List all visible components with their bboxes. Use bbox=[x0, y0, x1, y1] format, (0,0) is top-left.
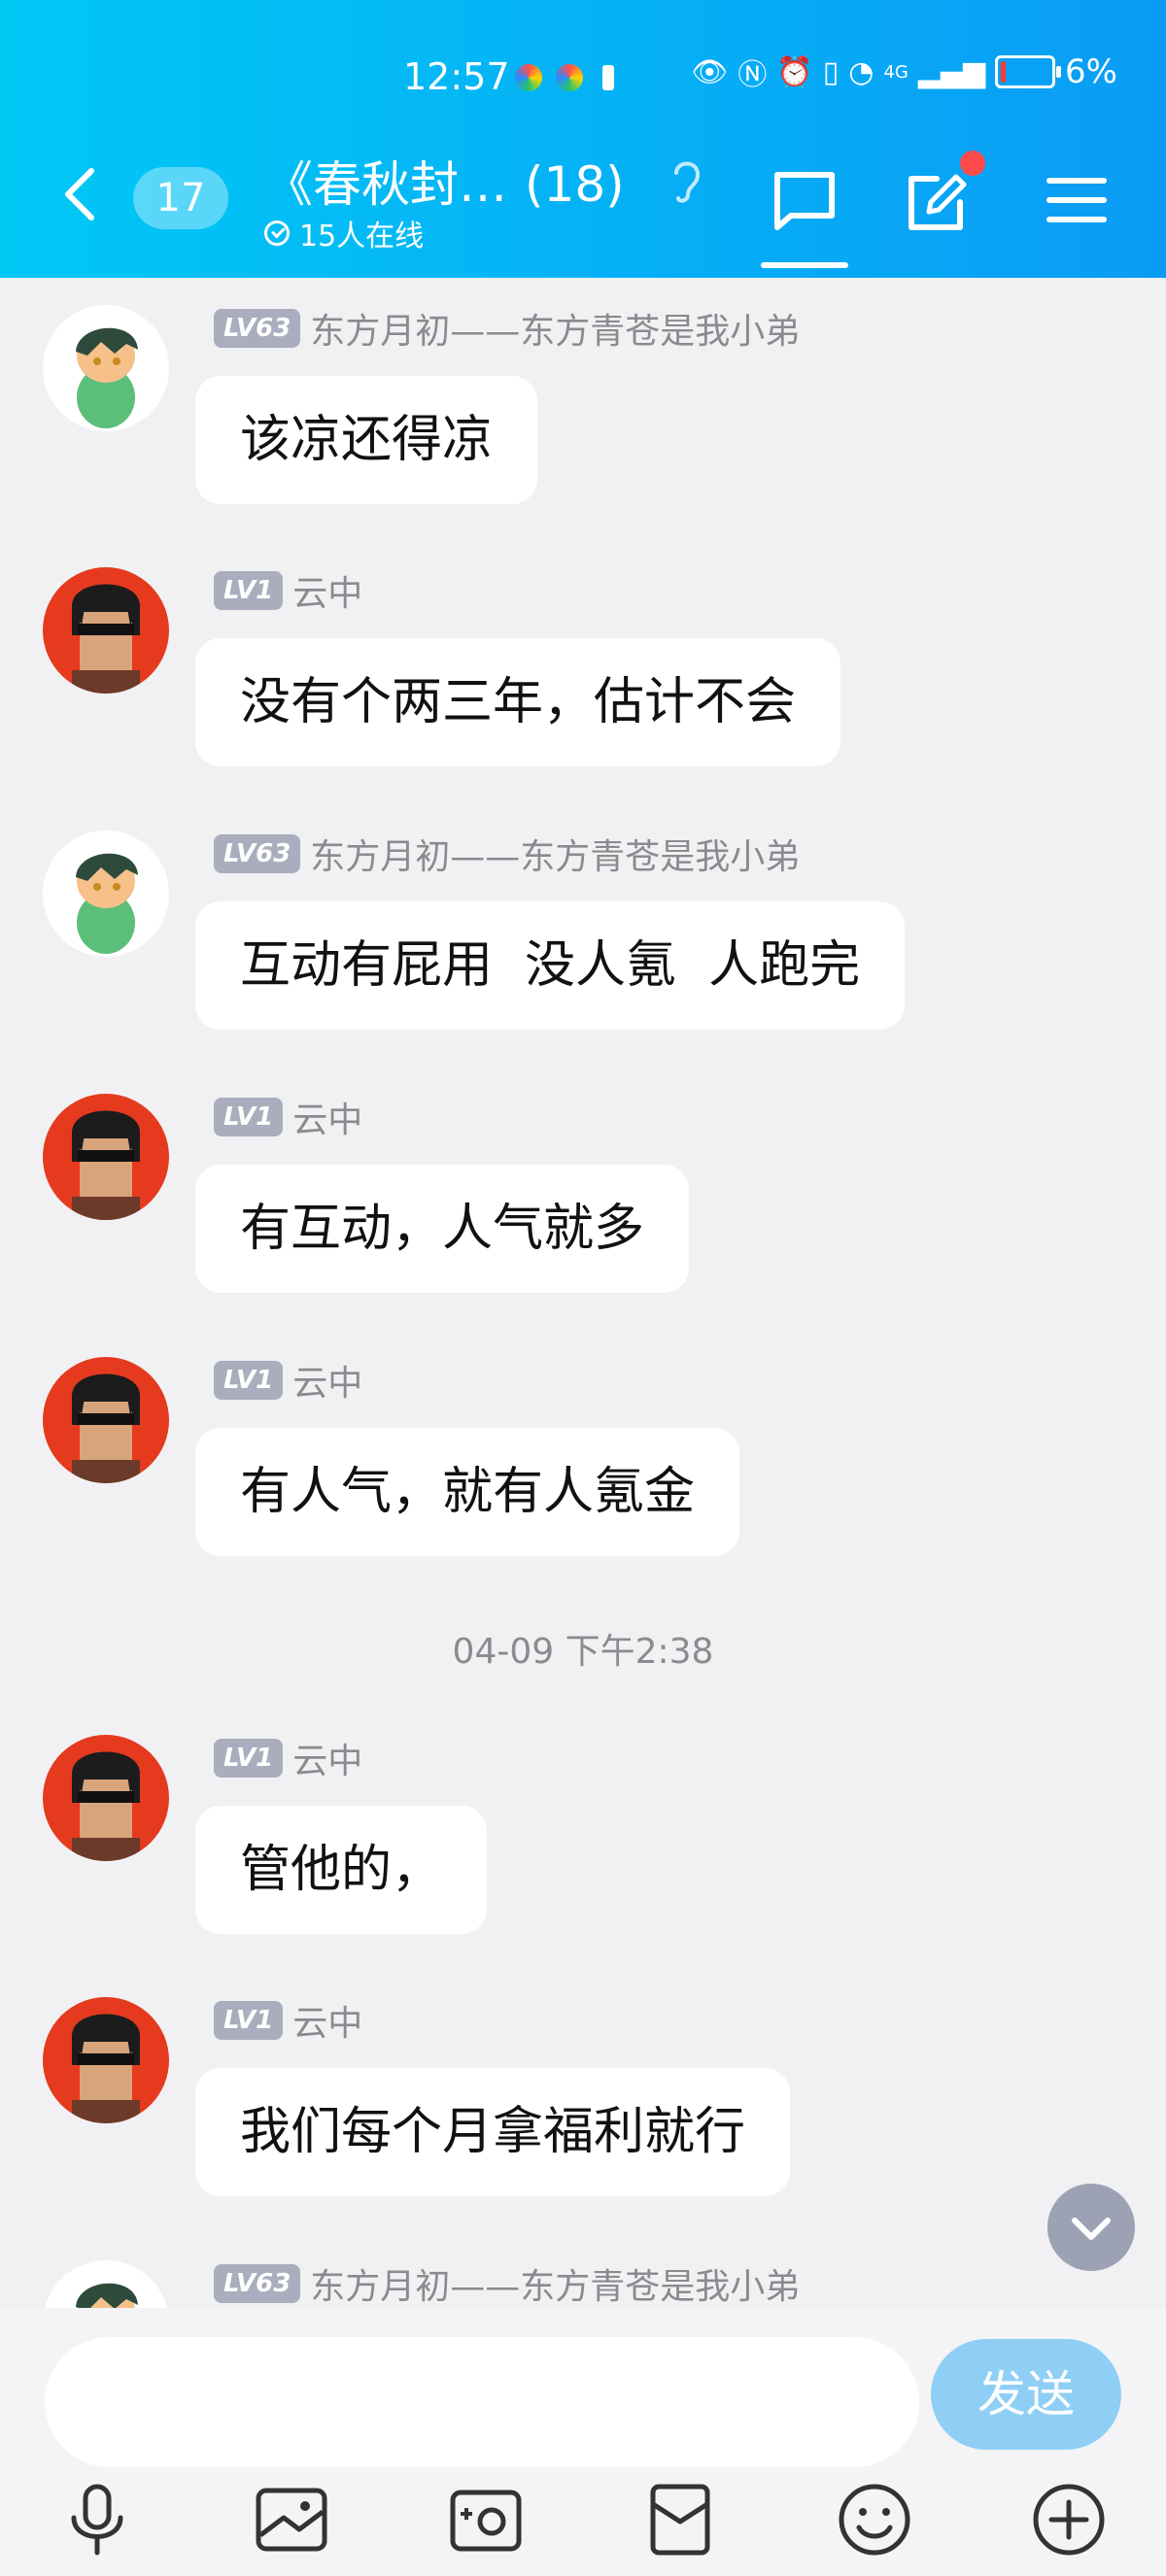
status-bar: 12:57 👁 Ⓝ ⏰ ▯ ◔ 4G ▂▄▆ 6% bbox=[0, 51, 1166, 109]
scroll-to-bottom-button[interactable] bbox=[1047, 2184, 1135, 2271]
sunglasses-avatar[interactable] bbox=[43, 1094, 169, 1220]
sender-row: LV1 云中 bbox=[214, 565, 362, 616]
chat-header: 12:57 👁 Ⓝ ⏰ ▯ ◔ 4G ▂▄▆ 6% 17 《春秋封… (18) 1… bbox=[0, 0, 1166, 278]
back-arrow-icon[interactable] bbox=[60, 165, 99, 223]
group-title[interactable]: 《春秋封… (18) bbox=[264, 146, 625, 216]
level-badge: LV63 bbox=[214, 834, 301, 873]
green-dino-avatar[interactable] bbox=[43, 2260, 169, 2308]
chevron-down-icon bbox=[1072, 2218, 1111, 2240]
chat-bubble-icon[interactable] bbox=[770, 165, 840, 235]
plus-icon[interactable] bbox=[1028, 2479, 1110, 2560]
red-packet-icon[interactable] bbox=[639, 2479, 721, 2560]
nfc-icon: Ⓝ bbox=[737, 58, 768, 92]
network-type-label: 4G bbox=[883, 61, 909, 83]
app-notification-icon-2 bbox=[556, 64, 583, 91]
message-bubble[interactable]: 有互动，人气就多 bbox=[195, 1165, 690, 1293]
message-input[interactable] bbox=[45, 2337, 919, 2467]
vibrate-icon: ▯ bbox=[822, 54, 840, 89]
sender-row: LV1 云中 bbox=[214, 1995, 362, 2046]
message-bubble[interactable]: 管他的， bbox=[195, 1806, 488, 1934]
image-icon[interactable] bbox=[251, 2479, 332, 2560]
battery-level-fill bbox=[1001, 61, 1007, 83]
battery-icon bbox=[995, 55, 1062, 88]
status-time: 12:57 bbox=[403, 55, 510, 98]
notification-icons bbox=[515, 64, 614, 91]
app-notification-icon bbox=[515, 64, 542, 91]
green-dino-avatar[interactable] bbox=[43, 305, 169, 431]
eye-icon: 👁 bbox=[691, 54, 729, 89]
sender-row: LV1 云中 bbox=[214, 1092, 362, 1142]
edit-note-icon[interactable] bbox=[902, 165, 972, 235]
sender-row: LV63 东方月初——东方青苍是我小弟 bbox=[214, 303, 800, 354]
sunglasses-avatar[interactable] bbox=[43, 1735, 169, 1861]
sender-name[interactable]: 云中 bbox=[292, 1092, 362, 1142]
level-badge: LV1 bbox=[214, 1739, 284, 1778]
unread-count-badge[interactable]: 17 bbox=[133, 167, 228, 229]
group-name: 《春秋封… bbox=[264, 156, 507, 213]
sunglasses-avatar[interactable] bbox=[43, 1997, 169, 2123]
alarm-icon: ⏰ bbox=[776, 54, 813, 89]
sender-row: LV63 东方月初——东方青苍是我小弟 bbox=[214, 829, 800, 879]
green-dino-avatar[interactable] bbox=[43, 830, 169, 957]
microphone-icon[interactable] bbox=[56, 2479, 138, 2560]
battery-alert-icon bbox=[602, 65, 614, 90]
time-separator: 04-09 下午2:38 bbox=[452, 1632, 714, 1672]
sunglasses-avatar[interactable] bbox=[43, 1357, 169, 1483]
input-area: 发送 bbox=[0, 2308, 1166, 2576]
level-badge: LV1 bbox=[214, 1361, 284, 1400]
online-check-icon bbox=[264, 220, 290, 246]
wifi-icon: ◔ bbox=[848, 54, 874, 89]
message-list[interactable]: LV63 东方月初——东方青苍是我小弟 该凉还得凉 LV1 云中 没有个两三年，… bbox=[0, 278, 1166, 2308]
sender-name[interactable]: 云中 bbox=[292, 1995, 362, 2046]
send-button[interactable]: 发送 bbox=[931, 2339, 1121, 2450]
sender-name[interactable]: 云中 bbox=[292, 1355, 362, 1406]
sender-name[interactable]: 东方月初——东方青苍是我小弟 bbox=[310, 303, 800, 354]
sender-name[interactable]: 云中 bbox=[292, 565, 362, 616]
sender-name[interactable]: 云中 bbox=[292, 1733, 362, 1783]
message-bubble[interactable]: 该凉还得凉 bbox=[195, 376, 538, 504]
emoji-icon[interactable] bbox=[834, 2479, 915, 2560]
message-bubble[interactable]: 没有个两三年，估计不会 bbox=[195, 638, 841, 766]
member-count: (18) bbox=[525, 156, 625, 213]
online-status: 15人在线 bbox=[264, 212, 424, 254]
sender-row: LV63 东方月初——东方青苍是我小弟 bbox=[214, 2258, 800, 2308]
chat-tab-indicator bbox=[761, 262, 848, 268]
message-bubble[interactable]: 互动有屁用 没人氪 人跑完 bbox=[195, 901, 906, 1030]
sunglasses-avatar[interactable] bbox=[43, 567, 169, 694]
sender-name[interactable]: 东方月初——东方青苍是我小弟 bbox=[310, 2258, 800, 2308]
sender-row: LV1 云中 bbox=[214, 1733, 362, 1783]
sender-row: LV1 云中 bbox=[214, 1355, 362, 1406]
ear-icon[interactable] bbox=[669, 155, 703, 206]
battery-percent: 6% bbox=[1065, 52, 1117, 91]
level-badge: LV1 bbox=[214, 2001, 284, 2040]
message-bubble[interactable]: 我们每个月拿福利就行 bbox=[195, 2068, 791, 2196]
level-badge: LV1 bbox=[214, 1098, 284, 1136]
signal-icon: ▂▄▆ bbox=[917, 54, 986, 89]
message-bubble[interactable]: 有人气，就有人氪金 bbox=[195, 1428, 740, 1556]
level-badge: LV63 bbox=[214, 309, 301, 348]
system-status-icons: 👁 Ⓝ ⏰ ▯ ◔ 4G ▂▄▆ 6% bbox=[691, 51, 1117, 93]
level-badge: LV63 bbox=[214, 2264, 301, 2303]
notification-dot bbox=[960, 151, 985, 176]
online-count-text: 15人在线 bbox=[299, 220, 425, 254]
sender-name[interactable]: 东方月初——东方青苍是我小弟 bbox=[310, 829, 800, 879]
input-toolbar bbox=[0, 2469, 1166, 2576]
camera-icon[interactable] bbox=[445, 2479, 527, 2560]
level-badge: LV1 bbox=[214, 571, 284, 610]
menu-icon[interactable] bbox=[1042, 165, 1112, 235]
